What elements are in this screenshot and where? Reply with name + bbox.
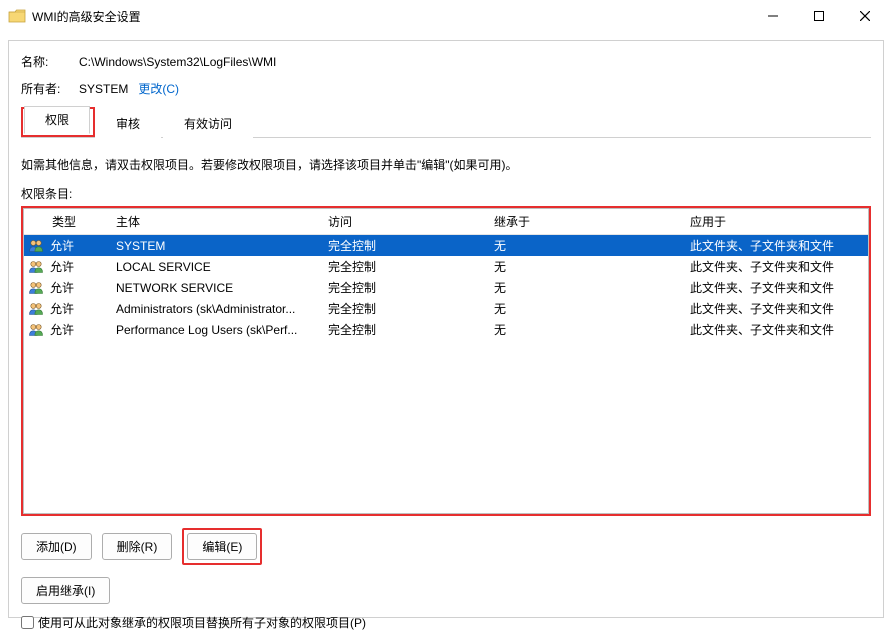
edit-button[interactable]: 编辑(E) [187,533,257,560]
cell-type: 允许 [24,277,110,298]
cell-principal: Administrators (sk\Administrator... [110,298,322,319]
cell-applies: 此文件夹、子文件夹和文件 [684,235,868,257]
owner-label: 所有者: [21,80,79,97]
tab-effective-access[interactable]: 有效访问 [163,108,253,138]
permission-entries-label: 权限条目: [21,185,871,202]
cell-inherited: 无 [488,256,684,277]
cell-type: 允许 [24,235,110,256]
cell-access: 完全控制 [322,277,488,298]
add-button[interactable]: 添加(D) [21,533,92,560]
cell-applies: 此文件夹、子文件夹和文件 [684,256,868,277]
instructions-text: 如需其他信息，请双击权限项目。若要修改权限项目，请选择该项目并单击"编辑"(如果… [21,156,871,175]
highlight-list: 类型 主体 访问 继承于 应用于 允许SYSTEM完全控制无此文件夹、子文件夹和… [21,206,871,516]
people-icon [28,238,44,254]
replace-child-permissions-label: 使用可从此对象继承的权限项目替换所有子对象的权限项目(P) [38,614,366,631]
highlight-edit: 编辑(E) [182,528,262,565]
name-label: 名称: [21,53,79,70]
name-value: C:\Windows\System32\LogFiles\WMI [79,55,276,69]
tab-permissions[interactable]: 权限 [24,106,90,134]
window-title: WMI的高级安全设置 [32,8,750,25]
cell-type: 允许 [24,319,110,340]
maximize-button[interactable] [796,0,842,32]
col-inherited[interactable]: 继承于 [488,209,684,235]
folder-icon [8,9,26,23]
minimize-button[interactable] [750,0,796,32]
cell-access: 完全控制 [322,235,488,257]
table-row[interactable]: 允许Performance Log Users (sk\Perf...完全控制无… [24,319,868,340]
people-icon [28,280,44,296]
highlight-tab: 权限 [21,107,95,137]
cell-inherited: 无 [488,235,684,257]
col-principal[interactable]: 主体 [110,209,322,235]
tab-auditing[interactable]: 审核 [95,108,161,138]
cell-applies: 此文件夹、子文件夹和文件 [684,277,868,298]
enable-inheritance-button[interactable]: 启用继承(I) [21,577,110,604]
change-owner-link[interactable]: 更改(C) [138,80,179,97]
col-applies[interactable]: 应用于 [684,209,868,235]
cell-type: 允许 [24,256,110,277]
cell-access: 完全控制 [322,298,488,319]
cell-type: 允许 [24,298,110,319]
people-icon [28,322,44,338]
cell-inherited: 无 [488,319,684,340]
close-button[interactable] [842,0,888,32]
cell-inherited: 无 [488,277,684,298]
permission-entries-list[interactable]: 类型 主体 访问 继承于 应用于 允许SYSTEM完全控制无此文件夹、子文件夹和… [23,208,869,514]
replace-child-permissions-checkbox[interactable] [21,616,34,629]
table-row[interactable]: 允许Administrators (sk\Administrator...完全控… [24,298,868,319]
cell-principal: NETWORK SERVICE [110,277,322,298]
cell-access: 完全控制 [322,256,488,277]
tab-strip: 权限 审核 有效访问 [21,107,871,138]
table-row[interactable]: 允许SYSTEM完全控制无此文件夹、子文件夹和文件 [24,235,868,257]
cell-applies: 此文件夹、子文件夹和文件 [684,319,868,340]
table-header-row: 类型 主体 访问 继承于 应用于 [24,209,868,235]
remove-button[interactable]: 删除(R) [102,533,173,560]
owner-value: SYSTEM [79,82,128,96]
cell-principal: Performance Log Users (sk\Perf... [110,319,322,340]
people-icon [28,259,44,275]
cell-principal: SYSTEM [110,235,322,257]
cell-inherited: 无 [488,298,684,319]
cell-access: 完全控制 [322,319,488,340]
cell-principal: LOCAL SERVICE [110,256,322,277]
people-icon [28,301,44,317]
col-access[interactable]: 访问 [322,209,488,235]
table-row[interactable]: 允许NETWORK SERVICE完全控制无此文件夹、子文件夹和文件 [24,277,868,298]
dialog-body: 名称: C:\Windows\System32\LogFiles\WMI 所有者… [8,40,884,618]
col-type[interactable]: 类型 [24,209,110,235]
cell-applies: 此文件夹、子文件夹和文件 [684,298,868,319]
title-bar: WMI的高级安全设置 [0,0,892,32]
table-row[interactable]: 允许LOCAL SERVICE完全控制无此文件夹、子文件夹和文件 [24,256,868,277]
